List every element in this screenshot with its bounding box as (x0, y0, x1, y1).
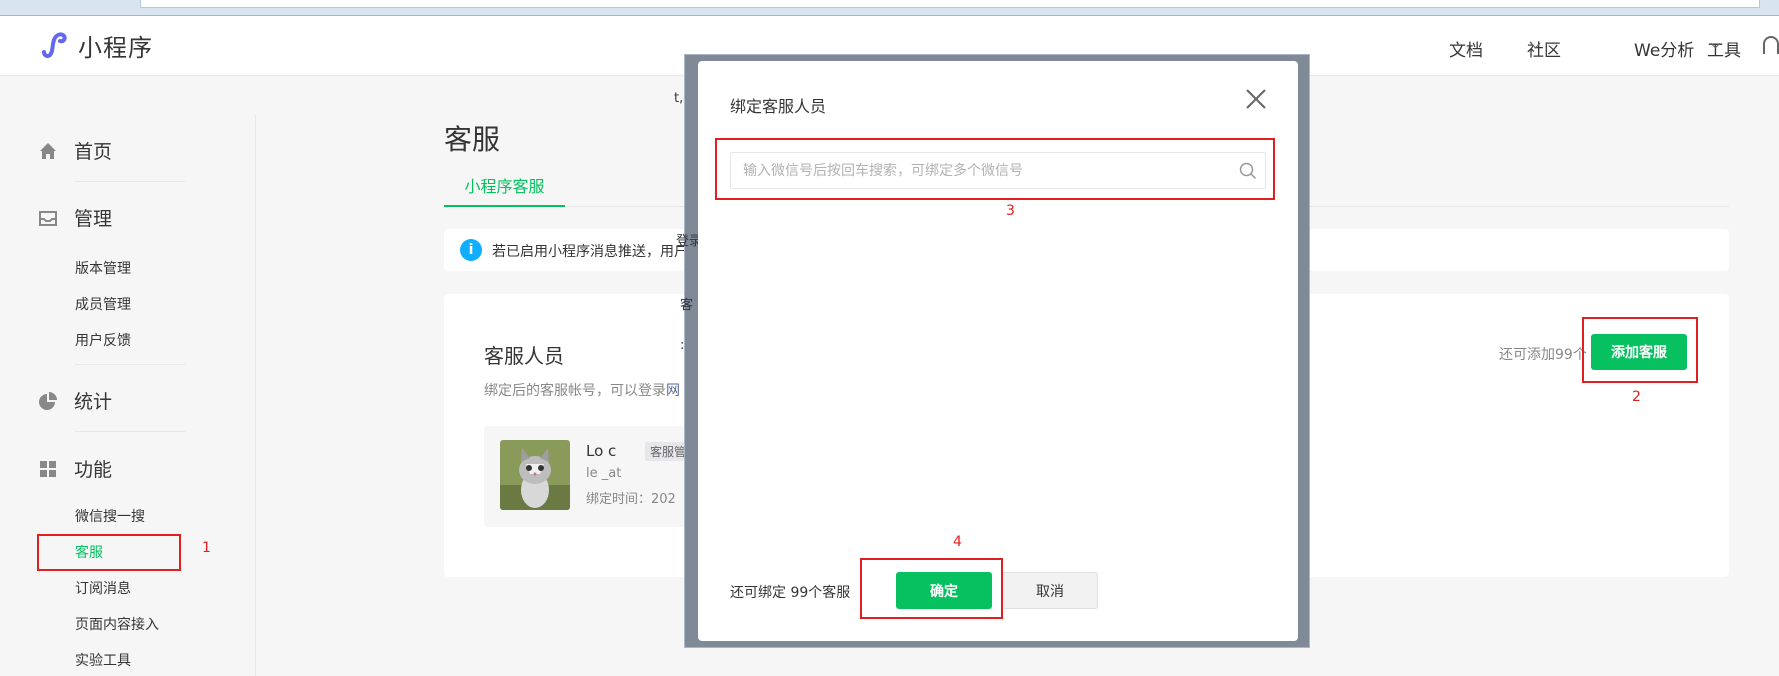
sidebar-item-home[interactable]: 首页 (38, 137, 112, 164)
page-title: 客服 (444, 123, 501, 156)
annotation-number-3: 3 (1006, 203, 1015, 219)
sidebar-item-user-feedback[interactable]: 用户反馈 (75, 330, 131, 350)
sidebar-item-stats[interactable]: 统计 (38, 387, 112, 414)
address-bar[interactable] (140, 0, 1760, 8)
annotation-number-1: 1 (202, 540, 211, 556)
pie-chart-icon (39, 391, 57, 410)
sidebar-item-features[interactable]: 功能 (38, 455, 112, 482)
notice-text: 若已启用小程序消息推送，用户 (492, 244, 688, 260)
member-name: Lo c (586, 442, 617, 460)
kitten-avatar-icon (500, 440, 570, 510)
logo-text: 小程序 (78, 33, 153, 62)
annotation-number-4: 4 (953, 534, 962, 550)
annotation-number-2: 2 (1632, 389, 1641, 405)
section-description: 绑定后的客服帐号，可以登录网 (484, 383, 680, 399)
info-icon: i (460, 239, 482, 261)
mini-program-logo-icon (42, 32, 67, 58)
section-title: 客服人员 (484, 344, 564, 368)
sidebar-item-wechat-search[interactable]: 微信搜一搜 (75, 506, 145, 526)
home-icon (40, 142, 56, 159)
cancel-button[interactable]: 取消 (1002, 572, 1098, 609)
sidebar-item-version-management[interactable]: 版本管理 (75, 258, 131, 278)
annotation-box-2 (1582, 317, 1698, 383)
background-text-fragment: : (680, 338, 685, 353)
nav-community[interactable]: 社区 (1527, 36, 1561, 61)
tab-mini-program-service[interactable]: 小程序客服 (444, 175, 565, 207)
divider (75, 181, 185, 182)
sidebar-item-member-management[interactable]: 成员管理 (75, 294, 131, 314)
close-icon[interactable] (1244, 87, 1268, 111)
divider (75, 364, 185, 365)
inbox-icon (39, 210, 57, 226)
dialog-title: 绑定客服人员 (730, 97, 827, 116)
divider (75, 431, 185, 432)
bind-time: 绑定时间：202 (586, 492, 676, 507)
avatar (500, 440, 570, 510)
sidebar-item-manage[interactable]: 管理 (38, 204, 112, 231)
annotation-box-3 (715, 138, 1275, 200)
browser-chrome (0, 0, 1779, 16)
remaining-count: 还可添加99个 (1499, 347, 1587, 363)
sidebar-item-experiment-tools[interactable]: 实验工具 (75, 650, 131, 670)
sidebar-divider (255, 115, 256, 676)
sidebar-item-page-content[interactable]: 页面内容接入 (75, 614, 159, 634)
sidebar: 首页 管理 版本管理 成员管理 用户反馈 统计 功能 微信搜一搜 客服 订阅消息… (0, 77, 255, 676)
background-text-fragment: 客 (680, 298, 694, 313)
grid-icon (40, 460, 56, 477)
annotation-box-4 (860, 558, 1003, 619)
dialog-remaining-count: 还可绑定 99个客服 (730, 585, 851, 601)
web-link[interactable]: 网 (666, 383, 680, 399)
background-text-fragment: t, (674, 91, 684, 106)
logo[interactable]: 小程序 (38, 30, 153, 62)
bell-icon[interactable] (1763, 36, 1779, 54)
member-account: le _at (586, 466, 622, 481)
sidebar-item-subscribe-messages[interactable]: 订阅消息 (75, 578, 131, 598)
annotation-box-1 (37, 534, 181, 571)
nav-tools[interactable]: 工具 (1707, 36, 1741, 61)
